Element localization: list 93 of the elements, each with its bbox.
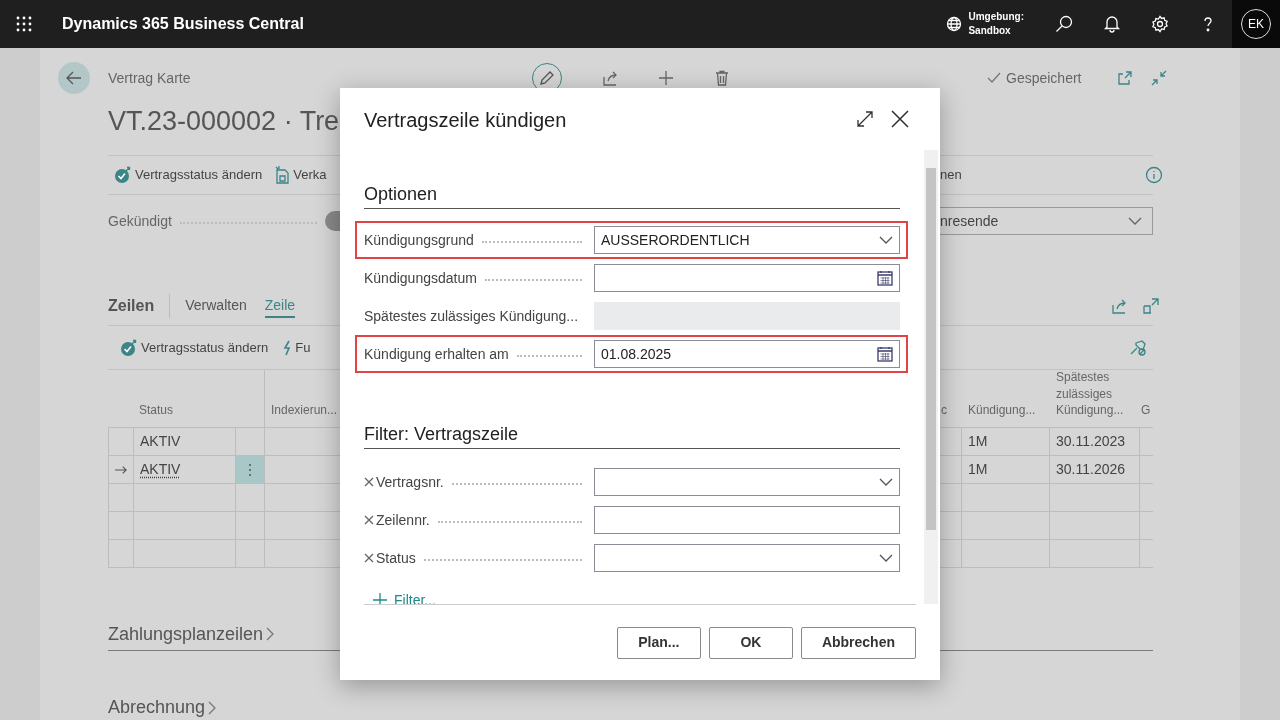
chevron-down-icon (879, 478, 893, 486)
check-icon (987, 72, 1001, 84)
bell-icon[interactable] (1103, 15, 1121, 33)
document-icon (274, 166, 291, 184)
action-button[interactable]: Verka (268, 165, 333, 185)
app-launcher-icon[interactable] (16, 16, 32, 32)
record-title: VT.23-000002 · Tre (108, 106, 340, 136)
plus-icon (372, 592, 388, 604)
dialog-button[interactable]: Abbrechen (800, 626, 916, 659)
chevron-down-icon (1128, 217, 1142, 225)
action-button[interactable]: Vertragsstatus ändern (108, 337, 275, 358)
chevron-right-icon (266, 627, 275, 641)
chevron-down-icon (879, 236, 893, 244)
remove-filter-icon[interactable] (364, 515, 374, 525)
field-label: Kündigung erhalten am (364, 344, 509, 364)
table-cell: 1M (962, 428, 1050, 456)
table-cell (236, 540, 265, 568)
column-header: G (1140, 401, 1152, 419)
table-cell: AKTIV (134, 428, 236, 456)
trash-icon[interactable] (714, 70, 730, 86)
calendar-icon (877, 270, 893, 286)
calendar-icon (877, 346, 893, 362)
status-change-icon (120, 338, 138, 357)
search-icon[interactable] (1055, 15, 1073, 33)
section-heading: Optionen (364, 183, 900, 209)
add-filter-link[interactable]: Filter... (364, 589, 436, 604)
arrow-right-icon (115, 464, 127, 475)
section-heading: Filter: Vertragszeile (364, 423, 900, 449)
more-vertical-icon (248, 462, 252, 477)
field-label: Zeilennr. (376, 510, 430, 530)
app-title: Dynamics 365 Business Central (62, 14, 304, 34)
status-change-icon (114, 166, 132, 184)
field-label: Vertragsnr. (376, 472, 444, 492)
table-cell: 30.11.2023 (1050, 428, 1140, 456)
table-cell: 1M (962, 456, 1050, 484)
breadcrumb: Vertrag Karte (108, 68, 191, 88)
section-link[interactable]: Abrechnung (108, 694, 217, 720)
save-status: Gespeichert (1006, 68, 1082, 88)
back-arrow-icon (66, 71, 82, 85)
remove-filter-icon[interactable] (364, 477, 374, 487)
chevron-right-icon (208, 700, 217, 715)
field-label: Status (376, 548, 416, 568)
field-value: 01.08.2025 (601, 344, 672, 364)
dialog-button[interactable]: OK (708, 626, 793, 659)
action-button[interactable]: Vertragsstatus ändern (108, 165, 269, 185)
environment-label: Umgebung: (968, 9, 1024, 24)
field-label: Kündigungsgrund (364, 230, 474, 250)
lightning-icon (282, 339, 293, 356)
field-label: Kündigungsdatum (364, 268, 477, 288)
field-label: Gekündigt (108, 211, 172, 231)
expand-icon[interactable] (856, 110, 874, 128)
dropdown-field[interactable]: AUSSERORDENTLICH (594, 226, 900, 254)
column-header: c (940, 401, 948, 419)
open-new-window-icon[interactable] (1143, 298, 1159, 314)
date-field[interactable]: 01.08.2025 (594, 340, 900, 368)
environment-name: Sandbox (968, 24, 1012, 38)
pencil-icon (539, 70, 555, 86)
remove-filter-icon[interactable] (364, 553, 374, 563)
dropdown-field[interactable]: nresende (940, 207, 1153, 235)
column-header: Kündigung... (967, 401, 1037, 419)
dropdown-field[interactable] (594, 544, 900, 572)
table-cell (236, 484, 265, 512)
toggle-switch[interactable] (325, 211, 340, 231)
back-button[interactable] (58, 62, 90, 94)
input-field[interactable] (594, 506, 900, 534)
share-icon[interactable] (602, 70, 618, 86)
dialog-button[interactable]: Plan... (616, 626, 701, 659)
scrollbar[interactable] (924, 150, 938, 604)
globe-icon (946, 16, 963, 32)
close-icon[interactable] (890, 109, 910, 129)
collapse-icon[interactable] (1151, 70, 1167, 86)
tab[interactable]: Verwalten (185, 294, 247, 318)
table-cell (236, 512, 265, 540)
action-button[interactable]: Fu (274, 337, 317, 358)
info-icon[interactable] (1145, 166, 1163, 184)
settings-icon[interactable] (1151, 15, 1169, 33)
section-title: Zeilen (108, 294, 171, 318)
pin-icon[interactable] (1129, 338, 1147, 357)
dropdown-field[interactable] (594, 468, 900, 496)
table-cell: 30.11.2026 (1050, 456, 1140, 484)
dropdown-value: nresende (940, 211, 999, 231)
column-header: Status (138, 401, 175, 419)
action-button[interactable]: nen (940, 165, 968, 185)
column-header: Spätestes zulässiges Kündigung... (1055, 370, 1125, 419)
dialog-title: Vertragszeile kündigen (364, 108, 567, 133)
date-field[interactable] (594, 264, 900, 292)
share-icon[interactable] (1111, 298, 1127, 314)
section-link[interactable]: Zahlungsplanzeilen (108, 620, 275, 648)
chevron-down-icon (879, 554, 893, 562)
field-value: AUSSERORDENTLICH (601, 230, 750, 250)
field-label: Spätestes zulässiges Kündigung... (364, 306, 579, 326)
open-new-window-icon[interactable] (1117, 70, 1133, 86)
plus-icon[interactable] (658, 70, 674, 86)
